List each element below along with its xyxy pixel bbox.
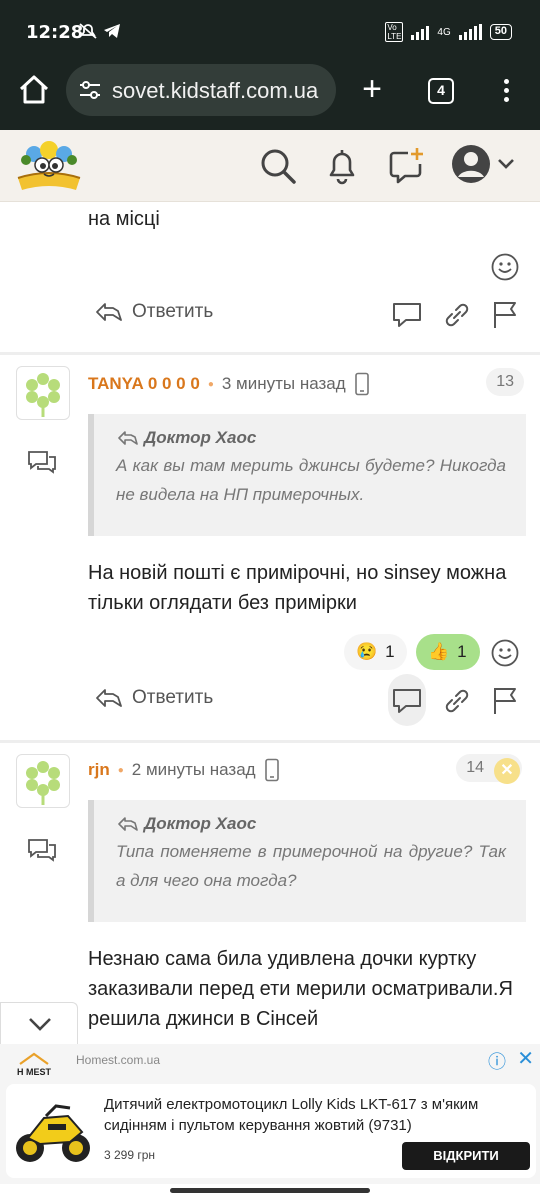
battery-icon: 50 [489, 24, 512, 40]
reply-arrow-icon [96, 303, 122, 321]
chevron-down-icon [29, 1018, 51, 1031]
browser-toolbar: sovet.kidstaff.com.ua + 4 [0, 62, 540, 118]
author-name[interactable]: TANYA 0 0 0 0 [88, 374, 200, 394]
bell-icon[interactable] [320, 144, 364, 188]
add-reaction-icon[interactable] [490, 638, 520, 668]
reply-arrow-icon [118, 431, 138, 445]
comment-meta: rjn ● 2 минуты назад [88, 758, 280, 782]
ad-banner: H MEST Homest.com.ua ⓘ ✕ Дитячий електро… [0, 1044, 540, 1184]
flag-icon[interactable] [488, 298, 522, 332]
separator-dot: ● [207, 378, 214, 390]
ad-product-title[interactable]: Дитячий електромотоцикл Lolly Kids LKT-6… [104, 1094, 524, 1136]
url-bar[interactable]: sovet.kidstaff.com.ua [66, 64, 336, 116]
status-right-icons: Vo LTE 4G 50 [385, 22, 512, 42]
add-reaction-icon[interactable] [490, 252, 520, 282]
reaction-count: 1 [385, 642, 395, 661]
thumbs-up-emoji-icon: 👍 [428, 642, 450, 661]
avatar-icon[interactable] [450, 143, 492, 185]
crying-emoji-icon: 😢 [356, 642, 378, 661]
reply-label: Ответить [132, 687, 214, 708]
comment-divider [0, 352, 540, 355]
new-post-icon[interactable] [384, 144, 428, 188]
comment-time[interactable]: 2 минуты назад [132, 760, 256, 780]
site-header [0, 130, 540, 202]
comment-meta: TANYA 0 0 0 0 ● 3 минуты назад [88, 372, 370, 396]
search-icon[interactable] [256, 144, 300, 188]
signal-icon-2 [458, 24, 482, 40]
comment-time[interactable]: 3 минуты назад [222, 374, 346, 394]
ad-domain[interactable]: Homest.com.ua [76, 1053, 160, 1067]
avatar[interactable] [16, 754, 70, 808]
signal-icon [411, 24, 430, 40]
tab-count-button[interactable]: 4 [428, 78, 454, 104]
comment-text: На новій пошті є примірочні, но sinsey м… [88, 562, 507, 614]
status-bar: 12:28 Vo LTE 4G 50 [0, 0, 540, 62]
site-settings-icon[interactable] [78, 79, 102, 101]
private-message-icon[interactable] [26, 448, 58, 476]
ad-card[interactable]: Дитячий електромотоцикл Lolly Kids LKT-6… [6, 1084, 536, 1178]
author-name[interactable]: rjn [88, 760, 110, 780]
flower-avatar-icon [26, 761, 60, 805]
chevron-down-icon[interactable] [494, 152, 518, 176]
telegram-icon [104, 24, 121, 39]
url-text[interactable]: sovet.kidstaff.com.ua [112, 78, 327, 104]
motorcycle-product-image[interactable] [10, 1088, 96, 1174]
separator-dot: ● [117, 764, 124, 776]
more-menu-icon[interactable] [498, 76, 514, 106]
quote-author-name: Доктор Хаос [144, 814, 257, 833]
quote-block: Доктор Хаос Типа поменяете в примерочной… [88, 800, 526, 922]
house-logo-icon: H MEST [17, 1052, 52, 1077]
comment-text: на місці [88, 208, 160, 230]
quote-author[interactable]: Доктор Хаос [116, 428, 506, 448]
new-tab-button[interactable]: + [356, 72, 388, 108]
comment-divider [0, 740, 540, 743]
quote-text: Типа поменяете в примерочной на другие? … [116, 842, 506, 890]
reply-button[interactable]: Ответить [94, 300, 213, 324]
mobile-device-icon [354, 372, 369, 396]
status-time: 12:28 [26, 22, 84, 43]
quote-icon[interactable] [390, 684, 424, 718]
quote-text: А как вы там мерить джинсы будете? Никог… [116, 456, 506, 504]
link-icon[interactable] [440, 684, 474, 718]
ad-info-icon[interactable]: ⓘ [488, 1048, 506, 1074]
ad-brand-text: H MEST [17, 1067, 52, 1077]
reply-button[interactable]: Ответить [94, 686, 213, 710]
collapse-ad-button[interactable] [0, 1002, 78, 1044]
reply-arrow-icon [118, 817, 138, 831]
flower-avatar-icon [26, 373, 60, 417]
quote-icon[interactable] [390, 298, 424, 332]
ad-close-icon[interactable]: ✕ [517, 1046, 534, 1071]
volte-icon: Vo LTE [385, 22, 404, 42]
quote-author[interactable]: Доктор Хаос [116, 814, 506, 834]
quote-author-name: Доктор Хаос [144, 428, 257, 447]
reaction-count: 1 [457, 642, 467, 661]
post-number[interactable]: 13 [486, 368, 524, 396]
ad-open-button[interactable]: ВІДКРИТИ [402, 1142, 530, 1170]
mute-bell-icon [79, 23, 97, 39]
reply-label: Ответить [132, 301, 214, 322]
gesture-home-bar[interactable] [170, 1188, 370, 1193]
reaction-crying[interactable]: 😢 1 [344, 634, 407, 670]
browser-chrome: 12:28 Vo LTE 4G 50 sovet.kidstaff.com.ua … [0, 0, 540, 130]
close-icon[interactable]: ✕ [494, 758, 520, 784]
network-type: 4G [437, 26, 451, 38]
flag-icon[interactable] [488, 684, 522, 718]
reaction-like[interactable]: 👍 1 [416, 634, 480, 670]
comment-text: Незнаю сама била удивлена дочки куртку з… [88, 948, 513, 1030]
home-icon[interactable] [16, 72, 52, 108]
avatar[interactable] [16, 366, 70, 420]
status-notification-icons [78, 22, 122, 40]
ad-brand-logo[interactable]: H MEST [12, 1052, 56, 1078]
site-logo[interactable] [14, 138, 84, 194]
mobile-device-icon [264, 758, 279, 782]
private-message-icon[interactable] [26, 836, 58, 864]
quote-block: Доктор Хаос А как вы там мерить джинсы б… [88, 414, 526, 536]
reply-arrow-icon [96, 689, 122, 707]
link-icon[interactable] [440, 298, 474, 332]
ad-price: 3 299 грн [104, 1148, 156, 1162]
